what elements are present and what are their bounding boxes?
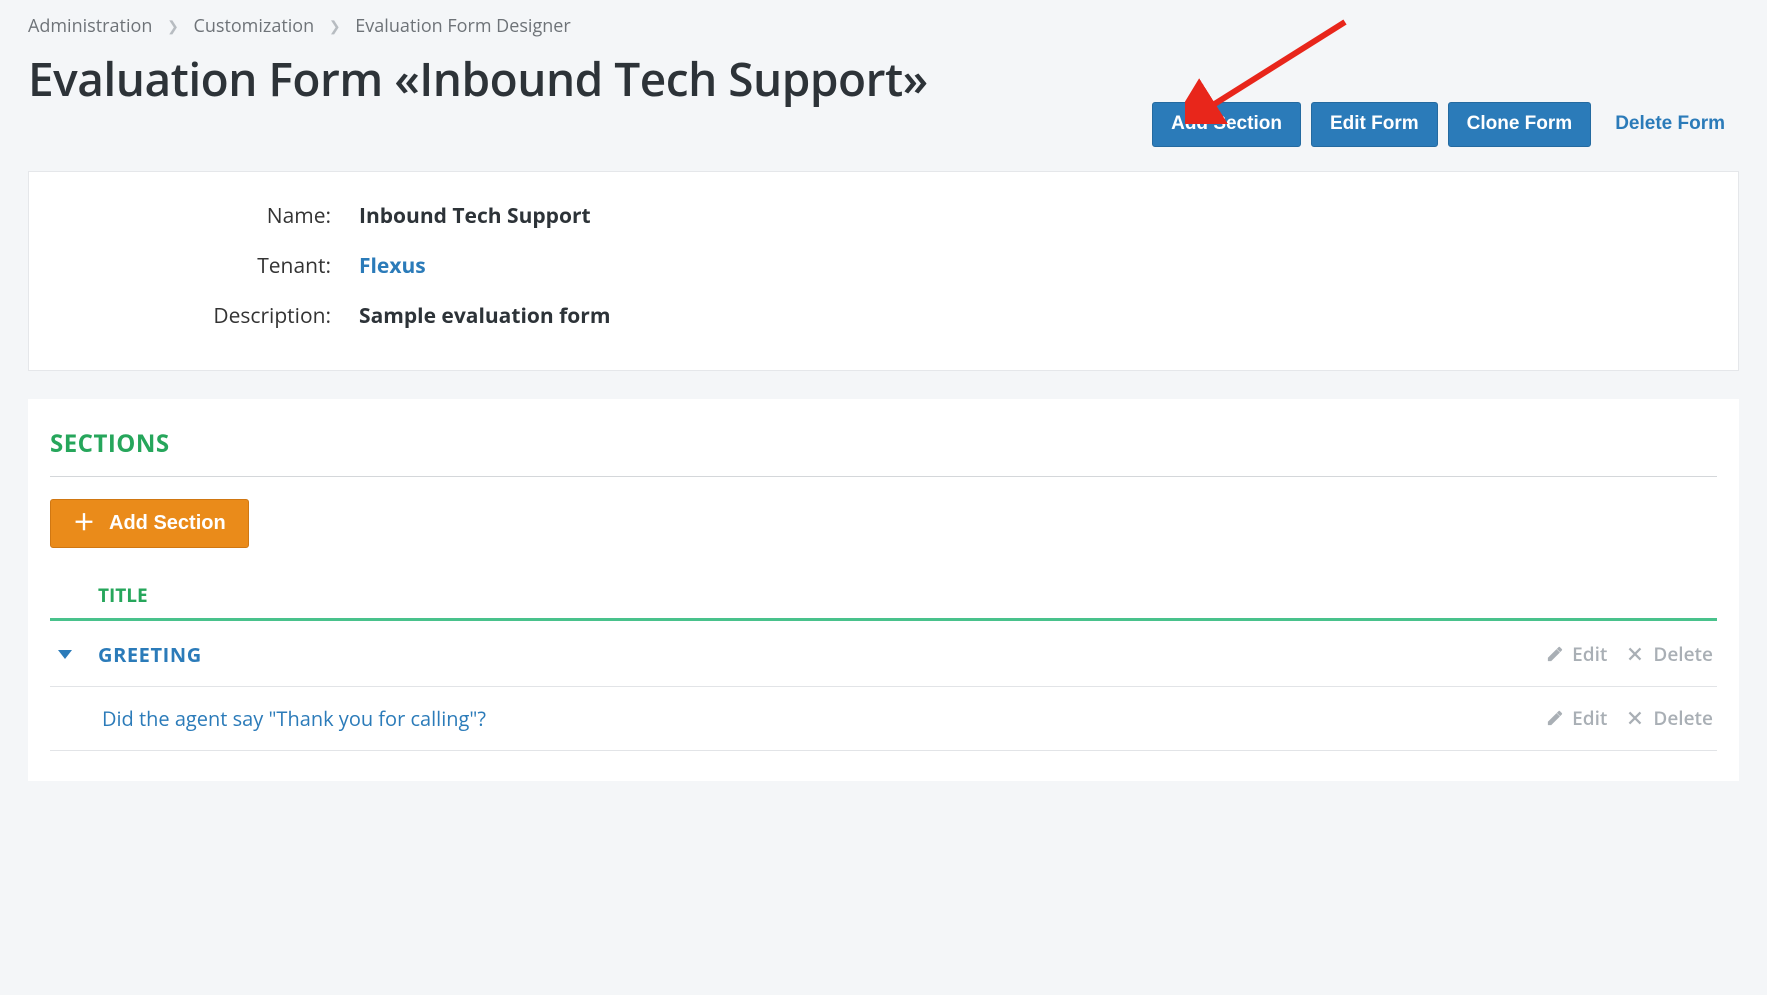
detail-value-tenant[interactable]: Flexus (359, 252, 426, 280)
annotation-arrow-icon (1185, 14, 1355, 124)
divider (50, 476, 1717, 477)
breadcrumb-item-administration[interactable]: Administration (28, 14, 152, 38)
breadcrumb-item-evaluation-form-designer[interactable]: Evaluation Form Designer (355, 14, 570, 38)
chevron-right-icon: ❯ (329, 17, 341, 36)
add-section-inline-label: Add Section (109, 512, 226, 535)
section-row: GREETING Edit Delete (50, 623, 1717, 687)
question-row-edit[interactable]: Edit (1546, 705, 1607, 731)
caret-down-icon[interactable] (58, 650, 72, 659)
chevron-right-icon: ❯ (167, 17, 179, 36)
sections-panel: SECTIONS ＋ Add Section TITLE GREETING Ed… (28, 399, 1739, 781)
detail-label-name: Name: (49, 202, 359, 230)
detail-label-tenant: Tenant: (49, 252, 359, 280)
section-row-title[interactable]: GREETING (98, 641, 1546, 668)
section-row-edit[interactable]: Edit (1546, 641, 1607, 667)
question-row-delete[interactable]: Delete (1627, 705, 1713, 731)
add-section-inline-button[interactable]: ＋ Add Section (50, 499, 249, 548)
delete-form-button[interactable]: Delete Form (1601, 103, 1739, 145)
edit-icon (1546, 645, 1564, 663)
clone-form-button[interactable]: Clone Form (1448, 102, 1592, 147)
sections-table-header-title: TITLE (50, 582, 1717, 618)
page-title: Evaluation Form «Inbound Tech Support» (28, 48, 928, 110)
detail-value-description: Sample evaluation form (359, 302, 610, 330)
question-row-title[interactable]: Did the agent say "Thank you for calling… (98, 705, 1546, 732)
form-details-card: Name: Inbound Tech Support Tenant: Flexu… (28, 171, 1739, 371)
edit-icon (1546, 709, 1564, 727)
sections-heading: SECTIONS (50, 427, 1717, 460)
close-icon (1627, 709, 1645, 727)
section-row-edit-label: Edit (1572, 641, 1607, 667)
sections-table-header-underline (50, 618, 1717, 621)
section-row-delete-label: Delete (1653, 641, 1713, 667)
question-row-delete-label: Delete (1653, 705, 1713, 731)
detail-label-description: Description: (49, 302, 359, 330)
plus-icon: ＋ (73, 512, 95, 534)
section-row-delete[interactable]: Delete (1627, 641, 1713, 667)
question-row: Did the agent say "Thank you for calling… (50, 687, 1717, 751)
question-row-edit-label: Edit (1572, 705, 1607, 731)
detail-value-name: Inbound Tech Support (359, 202, 591, 230)
breadcrumb-item-customization[interactable]: Customization (193, 14, 314, 38)
breadcrumb: Administration ❯ Customization ❯ Evaluat… (28, 14, 1739, 38)
close-icon (1627, 645, 1645, 663)
